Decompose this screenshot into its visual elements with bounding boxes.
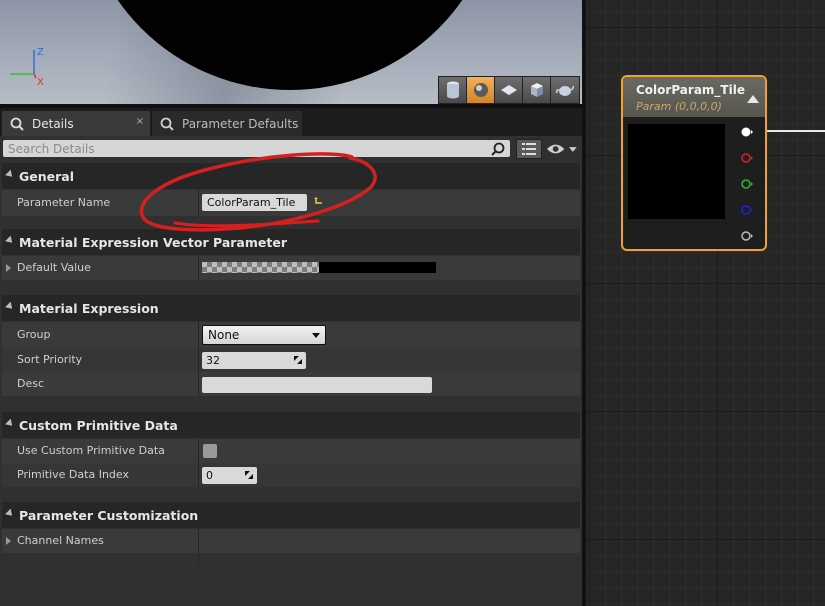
output-pin-r[interactable]	[741, 152, 753, 164]
node-header[interactable]: ColorParam_Tile Param (0,0,0,0)	[623, 77, 765, 117]
sort-priority-field[interactable]: 32	[202, 352, 306, 369]
primitive-data-index-label: Primitive Data Index	[17, 468, 129, 481]
magnifier-icon	[10, 117, 24, 131]
group-dropdown[interactable]: None	[202, 325, 326, 345]
category-parameter-customization[interactable]: Parameter Customization	[2, 502, 580, 528]
desc-field[interactable]	[202, 377, 432, 393]
desc-row: Desc	[2, 372, 580, 396]
output-pin-a[interactable]	[741, 230, 753, 242]
preview-shape-toolbar	[438, 76, 580, 104]
view-options-button[interactable]	[546, 140, 578, 158]
custom-mesh-preview-button[interactable]	[551, 77, 579, 103]
expand-arrow-icon[interactable]	[6, 264, 11, 272]
collapse-arrow-icon	[5, 508, 15, 519]
plane-preview-button[interactable]	[495, 77, 523, 103]
group-label: Group	[17, 328, 51, 341]
magnifier-icon	[160, 117, 174, 131]
node-subtitle: Param (0,0,0,0)	[636, 100, 722, 113]
category-custom-primitive-data-label: Custom Primitive Data	[19, 417, 178, 433]
column-divider[interactable]	[198, 439, 199, 487]
collapse-arrow-icon	[5, 235, 15, 246]
collapse-arrow-icon	[5, 169, 15, 180]
column-divider[interactable]	[198, 529, 199, 564]
expand-arrow-icon[interactable]	[6, 537, 11, 545]
collapse-arrow-icon	[5, 301, 15, 312]
parameter-name-row: Parameter Name ColorParam_Tile	[2, 190, 580, 216]
plane-icon	[500, 85, 517, 95]
output-pin-b[interactable]	[741, 204, 753, 216]
material-preview-viewport[interactable]: Z X	[0, 0, 582, 106]
use-custom-primitive-label: Use Custom Primitive Data	[17, 444, 165, 457]
close-icon[interactable]: ×	[136, 116, 144, 127]
column-divider[interactable]	[198, 190, 199, 216]
default-value-color-swatch[interactable]	[319, 262, 436, 273]
search-row	[0, 136, 582, 162]
parameter-name-field[interactable]: ColorParam_Tile	[202, 194, 307, 211]
category-custom-primitive-data[interactable]: Custom Primitive Data	[2, 412, 580, 438]
search-icon	[491, 142, 505, 156]
panel-tab-bar: Details × Parameter Defaults	[0, 108, 582, 136]
primitive-data-index-row: Primitive Data Index 0	[2, 463, 580, 487]
use-custom-primitive-row: Use Custom Primitive Data	[2, 439, 580, 463]
category-general-label: General	[19, 168, 74, 184]
teapot-icon	[556, 85, 574, 96]
tab-parameter-defaults-label: Parameter Defaults	[182, 116, 299, 131]
channel-names-label: Channel Names	[17, 534, 104, 547]
default-value-alpha-swatch[interactable]	[202, 262, 319, 273]
tab-details[interactable]: Details ×	[2, 111, 150, 136]
group-row: Group None	[2, 322, 580, 348]
primitive-data-index-field[interactable]: 0	[202, 467, 257, 484]
details-panel: General Parameter Name ColorParam_Tile M…	[0, 136, 582, 606]
output-pin-g[interactable]	[741, 178, 753, 190]
cylinder-icon	[446, 81, 459, 99]
parameter-name-label: Parameter Name	[17, 196, 111, 209]
category-general[interactable]: General	[2, 163, 580, 189]
gizmo-x-label: X	[37, 77, 44, 88]
tab-parameter-defaults[interactable]: Parameter Defaults	[152, 111, 302, 136]
property-matrix-button[interactable]	[516, 139, 542, 159]
column-divider[interactable]	[198, 256, 199, 280]
sphere-preview-button[interactable]	[467, 77, 495, 103]
desc-label: Desc	[17, 377, 45, 390]
cube-preview-button[interactable]	[523, 77, 551, 103]
sort-priority-row: Sort Priority 32	[2, 348, 580, 372]
sphere-icon	[473, 83, 488, 97]
cylinder-preview-button[interactable]	[439, 77, 467, 103]
chevron-down-icon	[312, 333, 320, 338]
axis-gizmo: Z X	[10, 47, 44, 88]
use-custom-primitive-checkbox[interactable]	[203, 444, 217, 458]
cube-icon	[530, 83, 543, 97]
sort-priority-value: 32	[206, 354, 220, 367]
drag-handle-icon	[294, 356, 302, 364]
node-title: ColorParam_Tile	[636, 83, 745, 97]
category-vector-parameter[interactable]: Material Expression Vector Parameter	[2, 229, 580, 255]
category-material-expression[interactable]: Material Expression	[2, 295, 580, 321]
category-vector-parameter-label: Material Expression Vector Parameter	[19, 234, 287, 250]
column-divider[interactable]	[198, 322, 199, 396]
drag-handle-icon	[245, 471, 253, 479]
channel-names-row: Channel Names	[2, 529, 580, 553]
primitive-data-index-value: 0	[206, 469, 213, 482]
search-details-input[interactable]	[3, 140, 510, 157]
chevron-down-icon	[569, 147, 578, 152]
group-dropdown-value: None	[208, 328, 240, 342]
collapse-arrow-icon	[5, 418, 15, 429]
sort-priority-label: Sort Priority	[17, 353, 83, 366]
tab-details-label: Details	[32, 116, 74, 131]
list-icon	[522, 143, 536, 155]
default-value-label: Default Value	[17, 261, 91, 274]
color-param-node[interactable]: ColorParam_Tile Param (0,0,0,0)	[621, 75, 767, 251]
output-pin-rgb[interactable]	[741, 126, 753, 138]
collapse-preview-icon[interactable]	[747, 95, 759, 103]
category-material-expression-label: Material Expression	[19, 300, 159, 316]
reset-to-default-icon[interactable]	[314, 197, 324, 207]
gizmo-z-label: Z	[37, 47, 44, 58]
category-parameter-customization-label: Parameter Customization	[19, 507, 199, 523]
default-value-row: Default Value	[2, 256, 580, 280]
node-color-preview	[628, 124, 725, 219]
eye-icon	[546, 144, 565, 154]
